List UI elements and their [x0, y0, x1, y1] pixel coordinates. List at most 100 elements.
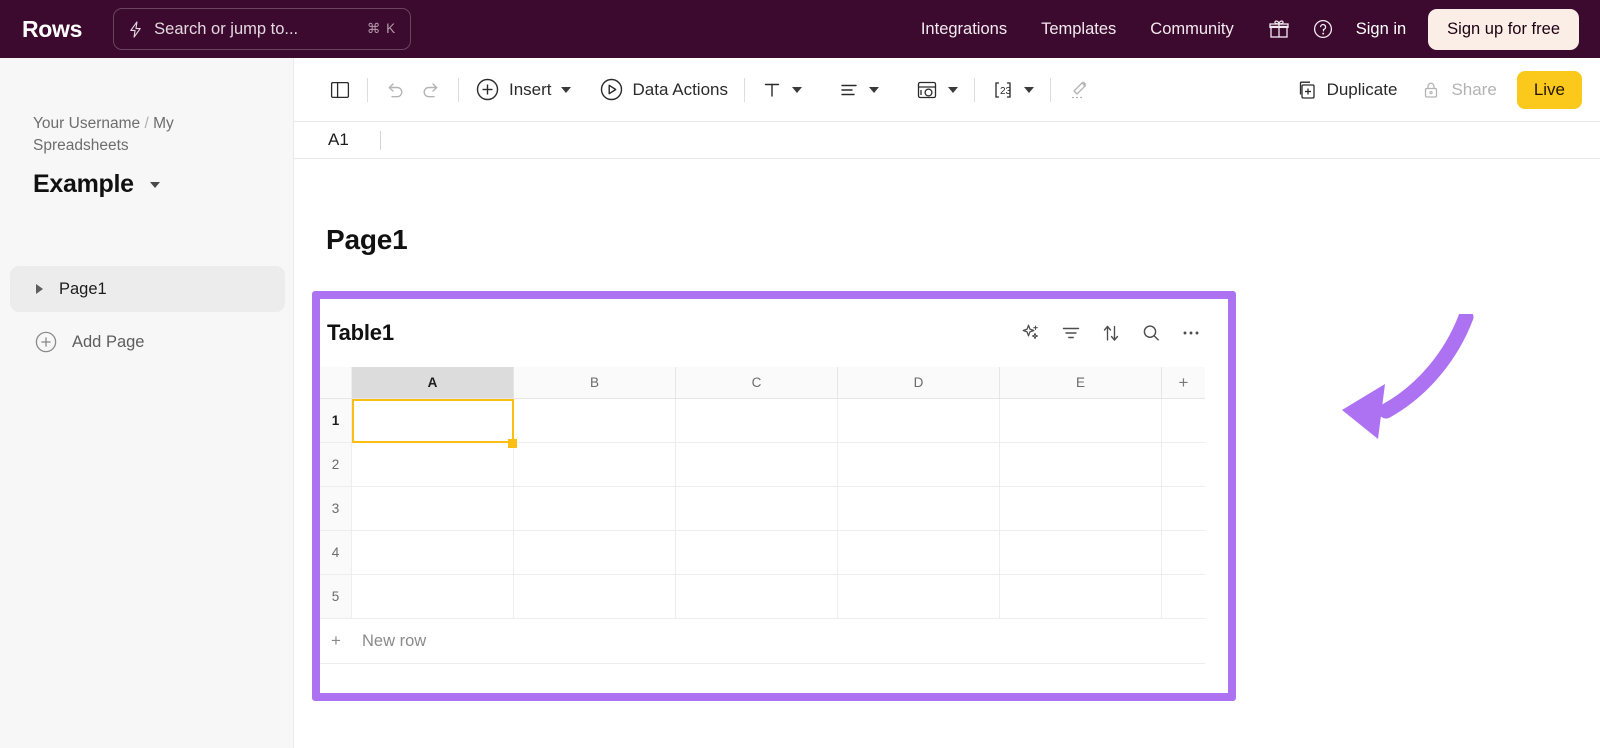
- search-icon[interactable]: [1140, 322, 1162, 344]
- cell-b1[interactable]: [514, 399, 676, 442]
- nav-templates[interactable]: Templates: [1041, 20, 1116, 39]
- nav-integrations[interactable]: Integrations: [921, 20, 1007, 39]
- row-number[interactable]: 5: [320, 575, 352, 618]
- cell-style-button[interactable]: [908, 70, 965, 110]
- ai-sparkle-icon[interactable]: [1020, 322, 1042, 344]
- cell-c4[interactable]: [676, 531, 838, 574]
- number-format-button[interactable]: 23: [984, 70, 1041, 110]
- sign-in-link[interactable]: Sign in: [1356, 20, 1406, 39]
- help-circle-icon[interactable]: [1312, 18, 1334, 40]
- share-button[interactable]: Share: [1420, 79, 1496, 101]
- svg-text:23: 23: [1000, 86, 1012, 97]
- column-header-a[interactable]: A: [352, 367, 514, 398]
- sign-up-button[interactable]: Sign up for free: [1428, 9, 1579, 50]
- cell-c3[interactable]: [676, 487, 838, 530]
- chevron-down-icon[interactable]: [1024, 87, 1034, 93]
- cell-c1[interactable]: [676, 399, 838, 442]
- cell-a1[interactable]: [352, 399, 514, 442]
- clear-format-button[interactable]: [1060, 70, 1098, 110]
- cell-b2[interactable]: [514, 443, 676, 486]
- more-options-icon[interactable]: [1180, 322, 1202, 344]
- number-format-icon: 23: [991, 78, 1015, 102]
- table-header: Table1: [320, 299, 1228, 367]
- toolbar-divider: [974, 78, 975, 102]
- cell-a4[interactable]: [352, 531, 514, 574]
- align-button[interactable]: [831, 70, 886, 110]
- nav-community[interactable]: Community: [1150, 20, 1233, 39]
- play-circle-icon: [599, 77, 624, 102]
- gift-icon[interactable]: [1268, 18, 1290, 40]
- add-column-button[interactable]: +: [1162, 367, 1205, 398]
- cell-d5[interactable]: [838, 575, 1000, 618]
- rows-logo[interactable]: Rows: [22, 16, 82, 43]
- insert-label: Insert: [509, 80, 552, 100]
- undo-button[interactable]: [377, 70, 413, 110]
- cell-b4[interactable]: [514, 531, 676, 574]
- breadcrumb-user[interactable]: Your Username: [33, 115, 140, 132]
- cell-a5[interactable]: [352, 575, 514, 618]
- new-row-button[interactable]: + New row: [320, 619, 1205, 664]
- chevron-right-icon[interactable]: [36, 284, 43, 294]
- chevron-down-icon[interactable]: [561, 87, 571, 93]
- text-format-icon: [761, 79, 783, 101]
- chevron-down-icon[interactable]: [948, 87, 958, 93]
- page-heading: Page1: [326, 224, 408, 256]
- cell-reference[interactable]: A1: [328, 130, 380, 150]
- table-row: 3: [320, 487, 1205, 531]
- add-page-button[interactable]: Add Page: [24, 322, 154, 362]
- document-title-row[interactable]: Example: [33, 170, 160, 199]
- cell-d2[interactable]: [838, 443, 1000, 486]
- add-page-label: Add Page: [72, 333, 144, 352]
- row-number[interactable]: 1: [320, 399, 352, 442]
- chevron-down-icon[interactable]: [150, 182, 160, 188]
- formula-bar: A1: [294, 122, 1600, 159]
- table-row: 1: [320, 399, 1205, 443]
- column-header-e[interactable]: E: [1000, 367, 1162, 398]
- insert-button[interactable]: Insert: [468, 70, 578, 110]
- cell-c2[interactable]: [676, 443, 838, 486]
- global-search-box[interactable]: Search or jump to... ⌘ K: [113, 8, 411, 50]
- row-number[interactable]: 2: [320, 443, 352, 486]
- column-header-b[interactable]: B: [514, 367, 676, 398]
- cell-b5[interactable]: [514, 575, 676, 618]
- cell-style-icon: [915, 78, 939, 102]
- data-actions-button[interactable]: Data Actions: [592, 70, 735, 110]
- redo-button[interactable]: [413, 70, 449, 110]
- grid-corner[interactable]: [320, 367, 352, 398]
- row-number[interactable]: 4: [320, 531, 352, 574]
- toolbar-divider: [744, 78, 745, 102]
- cell-a2[interactable]: [352, 443, 514, 486]
- search-input[interactable]: Search or jump to...: [154, 20, 367, 39]
- lightning-bolt-icon: [128, 21, 143, 38]
- duplicate-button[interactable]: Duplicate: [1289, 70, 1405, 110]
- cell-c5[interactable]: [676, 575, 838, 618]
- panel-toggle-button[interactable]: [322, 70, 358, 110]
- cell-d4[interactable]: [838, 531, 1000, 574]
- sidebar-item-page1[interactable]: Page1: [10, 266, 285, 312]
- live-button[interactable]: Live: [1517, 71, 1582, 109]
- cell-e3[interactable]: [1000, 487, 1162, 530]
- cell-b3[interactable]: [514, 487, 676, 530]
- global-header: Rows Search or jump to... ⌘ K Integratio…: [0, 0, 1600, 58]
- column-header-d[interactable]: D: [838, 367, 1000, 398]
- align-icon: [838, 79, 860, 101]
- text-format-button[interactable]: [754, 70, 809, 110]
- column-header-c[interactable]: C: [676, 367, 838, 398]
- cell-d1[interactable]: [838, 399, 1000, 442]
- duplicate-label: Duplicate: [1327, 80, 1398, 100]
- formula-divider: [380, 131, 381, 150]
- filter-icon[interactable]: [1060, 322, 1082, 344]
- cell-e1[interactable]: [1000, 399, 1162, 442]
- cell-e4[interactable]: [1000, 531, 1162, 574]
- clear-format-icon: [1067, 78, 1091, 102]
- redo-icon: [420, 79, 442, 101]
- cell-a3[interactable]: [352, 487, 514, 530]
- table-title[interactable]: Table1: [327, 320, 394, 346]
- cell-e2[interactable]: [1000, 443, 1162, 486]
- cell-d3[interactable]: [838, 487, 1000, 530]
- row-number[interactable]: 3: [320, 487, 352, 530]
- chevron-down-icon[interactable]: [792, 87, 802, 93]
- sort-icon[interactable]: [1100, 322, 1122, 344]
- chevron-down-icon[interactable]: [869, 87, 879, 93]
- cell-e5[interactable]: [1000, 575, 1162, 618]
